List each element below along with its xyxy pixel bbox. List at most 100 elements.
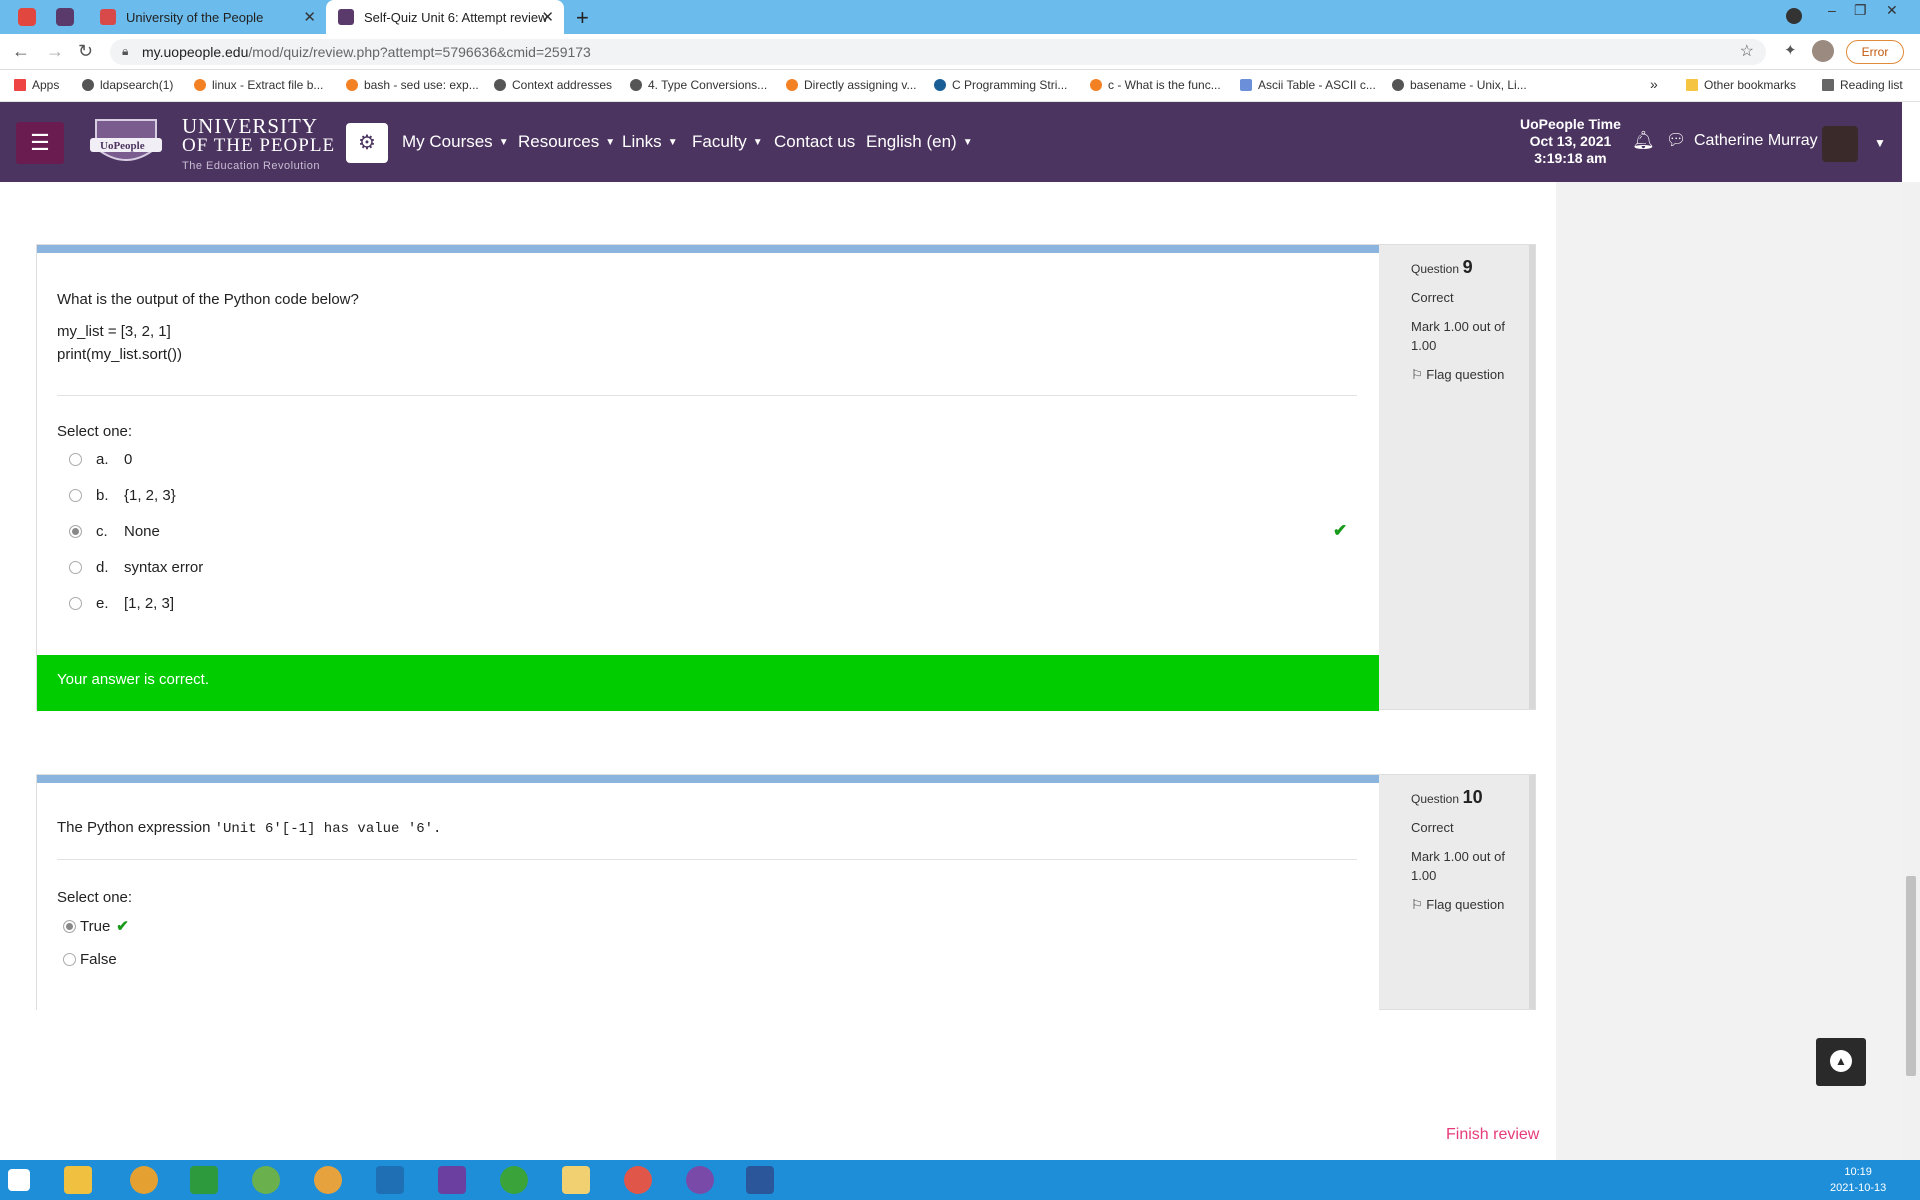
user-menu-caret-icon[interactable]: ▼ <box>1874 136 1886 150</box>
flag-question-link[interactable]: ⚐ Flag question <box>1411 365 1529 384</box>
tab-self-quiz[interactable]: Self-Quiz Unit 6: Attempt review ✕ <box>326 0 564 34</box>
select-one-label: Select one: <box>57 889 133 906</box>
globe-icon <box>494 79 506 91</box>
scrollbar-thumb[interactable] <box>1906 876 1916 1076</box>
ascii-table-icon <box>1240 79 1252 91</box>
answer-option-e[interactable]: e. [1, 2, 3] <box>69 595 174 612</box>
menu-toggle-button[interactable]: ☰ <box>16 122 64 164</box>
select-one-label: Select one: <box>57 423 133 440</box>
logo-text: UoPeople <box>100 140 145 152</box>
radio-button[interactable] <box>69 453 82 466</box>
answer-option-c[interactable]: c. None <box>69 523 160 540</box>
menu-contact-us[interactable]: Contact us <box>774 132 855 152</box>
answer-option-false[interactable]: False <box>63 951 117 968</box>
answer-option-a[interactable]: a. 0 <box>69 451 132 468</box>
radio-button[interactable] <box>69 561 82 574</box>
pinned-tab-icon[interactable] <box>18 8 36 26</box>
radio-button[interactable] <box>69 489 82 502</box>
radio-button-selected[interactable] <box>63 919 76 933</box>
close-icon[interactable]: ✕ <box>303 8 316 26</box>
restore-icon[interactable]: ❐ <box>1854 2 1867 19</box>
bookmark-item[interactable]: Context addresses <box>494 78 612 92</box>
answer-option-true[interactable]: True ✔ <box>63 917 129 935</box>
apps-grid-icon <box>14 79 26 91</box>
utorrent-icon[interactable] <box>500 1166 528 1194</box>
code-line: my_list = [3, 2, 1] <box>57 323 171 340</box>
menu-faculty[interactable]: Faculty ▼ <box>692 132 763 152</box>
radio-button-selected[interactable] <box>69 525 82 538</box>
bookmark-item[interactable]: bash - sed use: exp... <box>346 78 479 92</box>
site-navbar: ☰ UoPeople UNIVERSITY OF THE PEOPLE The … <box>0 102 1902 182</box>
correct-check-icon: ✔ <box>116 918 129 935</box>
star-icon[interactable]: ☆ <box>1740 41 1754 61</box>
stackoverflow-icon <box>346 79 358 91</box>
tab-university-of-the-people[interactable]: University of the People ✕ <box>90 0 326 34</box>
bookmarks-overflow-icon[interactable]: » <box>1650 76 1658 92</box>
user-name[interactable]: Catherine Murray <box>1694 132 1818 150</box>
bookmark-apps[interactable]: Apps <box>14 78 59 92</box>
question-number: 9 <box>1462 257 1473 277</box>
bookmark-item[interactable]: basename - Unix, Li... <box>1392 78 1527 92</box>
menu-links[interactable]: Links ▼ <box>622 132 678 152</box>
address-bar-row: ← → ↻ 🔒︎ my.uopeople.edu/mod/quiz/review… <box>0 34 1920 70</box>
main-content: What is the output of the Python code be… <box>0 182 1902 1160</box>
url-field[interactable]: 🔒︎ my.uopeople.edu/mod/quiz/review.php?a… <box>110 39 1766 65</box>
flag-question-link[interactable]: ⚐ Flag question <box>1411 895 1529 914</box>
messages-chat-icon[interactable]: 💬︎ <box>1666 130 1686 150</box>
extensions-icon[interactable]: ✦ <box>1784 41 1797 59</box>
close-window-icon[interactable]: ✕ <box>1886 2 1898 19</box>
error-button[interactable]: Error <box>1846 40 1904 64</box>
folder-icon[interactable] <box>562 1166 590 1194</box>
menu-resources[interactable]: Resources ▼ <box>518 132 615 152</box>
chrome-icon[interactable] <box>130 1166 158 1194</box>
minimize-icon[interactable]: – <box>1828 2 1836 18</box>
c-programming-icon <box>934 79 946 91</box>
system-tray-clock[interactable]: 10:19 2021-10-13 <box>1830 1164 1886 1196</box>
menu-language[interactable]: English (en) ▼ <box>866 132 973 152</box>
bookmark-item[interactable]: c - What is the func... <box>1090 78 1221 92</box>
bookmark-item[interactable]: 4. Type Conversions... <box>630 78 767 92</box>
github-desktop-icon[interactable] <box>686 1166 714 1194</box>
visual-studio-icon[interactable] <box>438 1166 466 1194</box>
question-mark: Mark 1.00 out of 1.00 <box>1411 849 1505 883</box>
bookmark-item[interactable]: linux - Extract file b... <box>194 78 323 92</box>
lock-icon: 🔒︎ <box>122 44 129 58</box>
bookmark-item[interactable]: ldapsearch(1) <box>82 78 173 92</box>
store-icon[interactable] <box>190 1166 218 1194</box>
menu-my-courses[interactable]: My Courses ▼ <box>402 132 509 152</box>
question-mark: Mark 1.00 out of 1.00 <box>1411 319 1505 353</box>
bookmark-item[interactable]: Directly assigning v... <box>786 78 916 92</box>
settings-gear-button[interactable]: ⚙︎ <box>346 123 388 163</box>
close-icon[interactable]: ✕ <box>541 8 554 26</box>
back-to-top-button[interactable]: ▲ <box>1816 1038 1866 1086</box>
duck-app-icon[interactable] <box>314 1166 342 1194</box>
radio-button[interactable] <box>63 953 76 966</box>
pinned-tab-icon[interactable] <box>56 8 74 26</box>
word-icon[interactable] <box>746 1166 774 1194</box>
url-path: /mod/quiz/review.php?attempt=5796636&cmi… <box>248 44 591 60</box>
profile-dropdown-icon[interactable] <box>1786 8 1802 24</box>
caret-down-icon: ▼ <box>498 137 509 148</box>
vscode-icon[interactable] <box>376 1166 404 1194</box>
avatar[interactable] <box>1822 126 1858 162</box>
other-bookmarks[interactable]: Other bookmarks <box>1686 78 1796 92</box>
finish-review-link[interactable]: Finish review <box>1446 1126 1539 1144</box>
bookmark-item[interactable]: C Programming Stri... <box>934 78 1067 92</box>
reading-list-icon <box>1822 79 1834 91</box>
answer-option-b[interactable]: b. {1, 2, 3} <box>69 487 176 504</box>
answer-option-d[interactable]: d. syntax error <box>69 559 203 576</box>
unix-icon <box>1392 79 1404 91</box>
reading-list[interactable]: Reading list <box>1822 78 1903 92</box>
profile-avatar-icon[interactable] <box>1812 40 1834 62</box>
windows-start-icon[interactable] <box>8 1169 30 1191</box>
notifications-bell-icon[interactable]: 🔔︎ <box>1632 130 1655 151</box>
radio-button[interactable] <box>69 597 82 610</box>
reload-icon[interactable]: ↻ <box>78 41 93 62</box>
forward-icon[interactable]: → <box>46 41 64 62</box>
bookmark-item[interactable]: Ascii Table - ASCII c... <box>1240 78 1376 92</box>
chrome-active-icon[interactable] <box>624 1166 652 1194</box>
back-icon[interactable]: ← <box>12 41 30 62</box>
file-explorer-icon[interactable] <box>64 1166 92 1194</box>
new-tab-icon[interactable]: + <box>576 5 589 31</box>
globe-app-icon[interactable] <box>252 1166 280 1194</box>
